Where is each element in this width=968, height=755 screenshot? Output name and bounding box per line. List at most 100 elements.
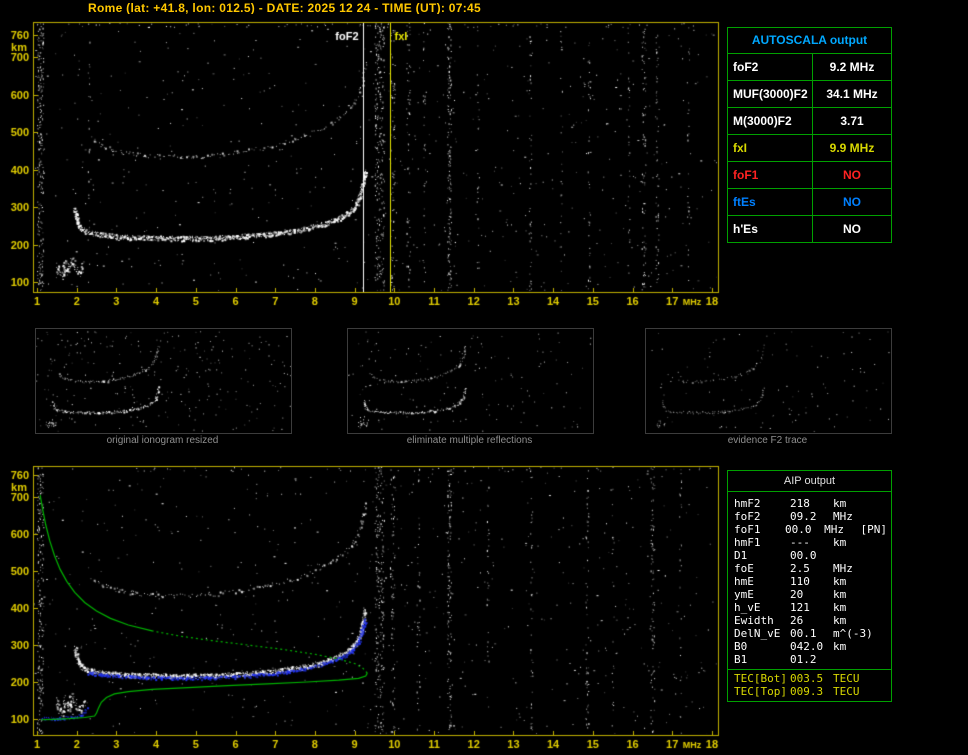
param-value: 26 <box>790 614 804 627</box>
param-value: 01.2 <box>790 653 817 666</box>
param-value: 00.1 <box>790 627 817 640</box>
param-value: 20 <box>790 588 804 601</box>
param-note <box>887 588 891 601</box>
param-label: DelN_vE <box>734 627 781 640</box>
param-unit: km <box>833 536 847 549</box>
aip-row-hmf1: hmF1 --- km <box>728 536 891 549</box>
param-label: D1 <box>734 549 748 562</box>
param-value: 00.0 <box>790 549 817 562</box>
aip-row-fof2: foF2 09.2 MHz <box>728 510 891 523</box>
param-unit: km <box>833 575 847 588</box>
param-note <box>887 510 891 523</box>
param-label: hmE <box>734 575 754 588</box>
param-value: 2.5 <box>790 562 810 575</box>
autoscala-output-table: AUTOSCALA output foF2 9.2 MHz MUF(3000)F2… <box>727 27 892 243</box>
param-unit: TECU <box>833 685 860 698</box>
aip-row-b1: B1 01.2 <box>728 653 891 666</box>
table-row-muf3000f2: MUF(3000)F2 34.1 MHz <box>728 81 891 108</box>
param-label: M(3000)F2 <box>728 108 813 134</box>
param-label: hmF1 <box>734 536 761 549</box>
param-unit: MHz <box>833 562 853 575</box>
param-value: 110 <box>790 575 810 588</box>
param-label: TEC[Top] <box>734 685 787 698</box>
param-label: hmF2 <box>734 497 761 510</box>
param-note <box>887 614 891 627</box>
param-value: 003.5 <box>790 672 824 685</box>
aip-row-tecbot: TEC[Bot] 003.5 TECU <box>728 672 891 685</box>
param-value: NO <box>843 222 861 236</box>
param-note <box>887 685 891 698</box>
param-unit: m^(-3) <box>833 627 873 640</box>
param-value: NO <box>843 195 861 209</box>
param-note <box>887 575 891 588</box>
aip-table-rows: hmF2 218 km foF2 09.2 MHz foF1 00.0 MHz [PN] hm… <box>728 492 891 701</box>
page-title: Rome (lat: +41.8, lon: 012.5) - DATE: 20… <box>88 1 481 15</box>
param-unit: MHz <box>824 523 844 536</box>
param-unit: TECU <box>833 672 860 685</box>
param-label: foF1 <box>728 162 813 188</box>
param-value: 121 <box>790 601 810 614</box>
param-unit <box>833 549 873 562</box>
aip-row-hve: h_vE 121 km <box>728 601 891 614</box>
thumbnail-original-ionogram <box>35 328 292 434</box>
table-row-fof2: foF2 9.2 MHz <box>728 54 891 81</box>
bottom-ionogram-chart <box>0 458 722 755</box>
thumbnail-evidence-f2-trace <box>645 328 892 434</box>
param-label: foF1 <box>734 523 761 536</box>
param-note <box>887 653 891 666</box>
param-unit: km <box>833 640 847 653</box>
param-value: 3.71 <box>840 114 864 128</box>
param-note <box>887 627 891 640</box>
param-note <box>887 536 891 549</box>
param-unit: km <box>833 614 847 627</box>
thumbnail-eliminate-reflections <box>347 328 594 434</box>
aip-row-tectop: TEC[Top] 009.3 TECU <box>728 685 891 698</box>
param-label: foE <box>734 562 754 575</box>
param-unit: MHz <box>833 510 853 523</box>
param-note <box>887 562 891 575</box>
param-value: 00.0 <box>784 523 812 536</box>
aip-row-fof1: foF1 00.0 MHz [PN] <box>728 523 891 536</box>
param-value: 09.2 <box>790 510 817 523</box>
aip-row-delnve: DelN_vE 00.1 m^(-3) <box>728 627 891 640</box>
param-label: h_vE <box>734 601 761 614</box>
param-value: 009.3 <box>790 685 824 698</box>
aip-row-hmf2: hmF2 218 km <box>728 497 891 510</box>
param-unit: km <box>833 588 847 601</box>
param-label: foF2 <box>728 54 813 80</box>
param-note <box>887 549 891 562</box>
param-label: fxI <box>728 135 813 161</box>
param-label: TEC[Bot] <box>734 672 787 685</box>
thumbnail-caption: original ionogram resized <box>106 435 219 446</box>
table-row-hes: h'Es NO <box>728 216 891 242</box>
aip-row-foe: foE 2.5 MHz <box>728 562 891 575</box>
param-unit: km <box>833 497 847 510</box>
aip-row-ewidth: Ewidth 26 km <box>728 614 891 627</box>
param-label: B1 <box>734 653 748 666</box>
param-label: h'Es <box>728 216 813 242</box>
param-label: ftEs <box>728 189 813 215</box>
param-note <box>887 601 891 614</box>
aip-row-yme: ymE 20 km <box>728 588 891 601</box>
param-label: MUF(3000)F2 <box>728 81 813 107</box>
aip-table-header: AIP output <box>728 471 891 492</box>
param-note: [PN] <box>860 523 888 536</box>
aip-row-hme: hmE 110 km <box>728 575 891 588</box>
aip-output-table: AIP output hmF2 218 km foF2 09.2 MHz foF1 00.… <box>727 470 892 702</box>
param-value: 9.2 MHz <box>829 60 875 74</box>
param-note <box>887 672 891 685</box>
param-value: 34.1 MHz <box>826 87 878 101</box>
param-label: Ewidth <box>734 614 774 627</box>
aip-row-d1: D1 00.0 <box>728 549 891 562</box>
param-value: 218 <box>790 497 810 510</box>
param-value: 9.9 MHz <box>829 141 875 155</box>
table-row-ftes: ftEs NO <box>728 189 891 216</box>
table-row-fof1: foF1 NO <box>728 162 891 189</box>
param-unit <box>833 653 873 666</box>
param-note <box>887 640 891 653</box>
table-row-m3000f2: M(3000)F2 3.71 <box>728 108 891 135</box>
param-unit: km <box>833 601 847 614</box>
aip-row-b0: B0 042.0 km <box>728 640 891 653</box>
param-value: NO <box>843 168 861 182</box>
table-row-fxi: fxI 9.9 MHz <box>728 135 891 162</box>
